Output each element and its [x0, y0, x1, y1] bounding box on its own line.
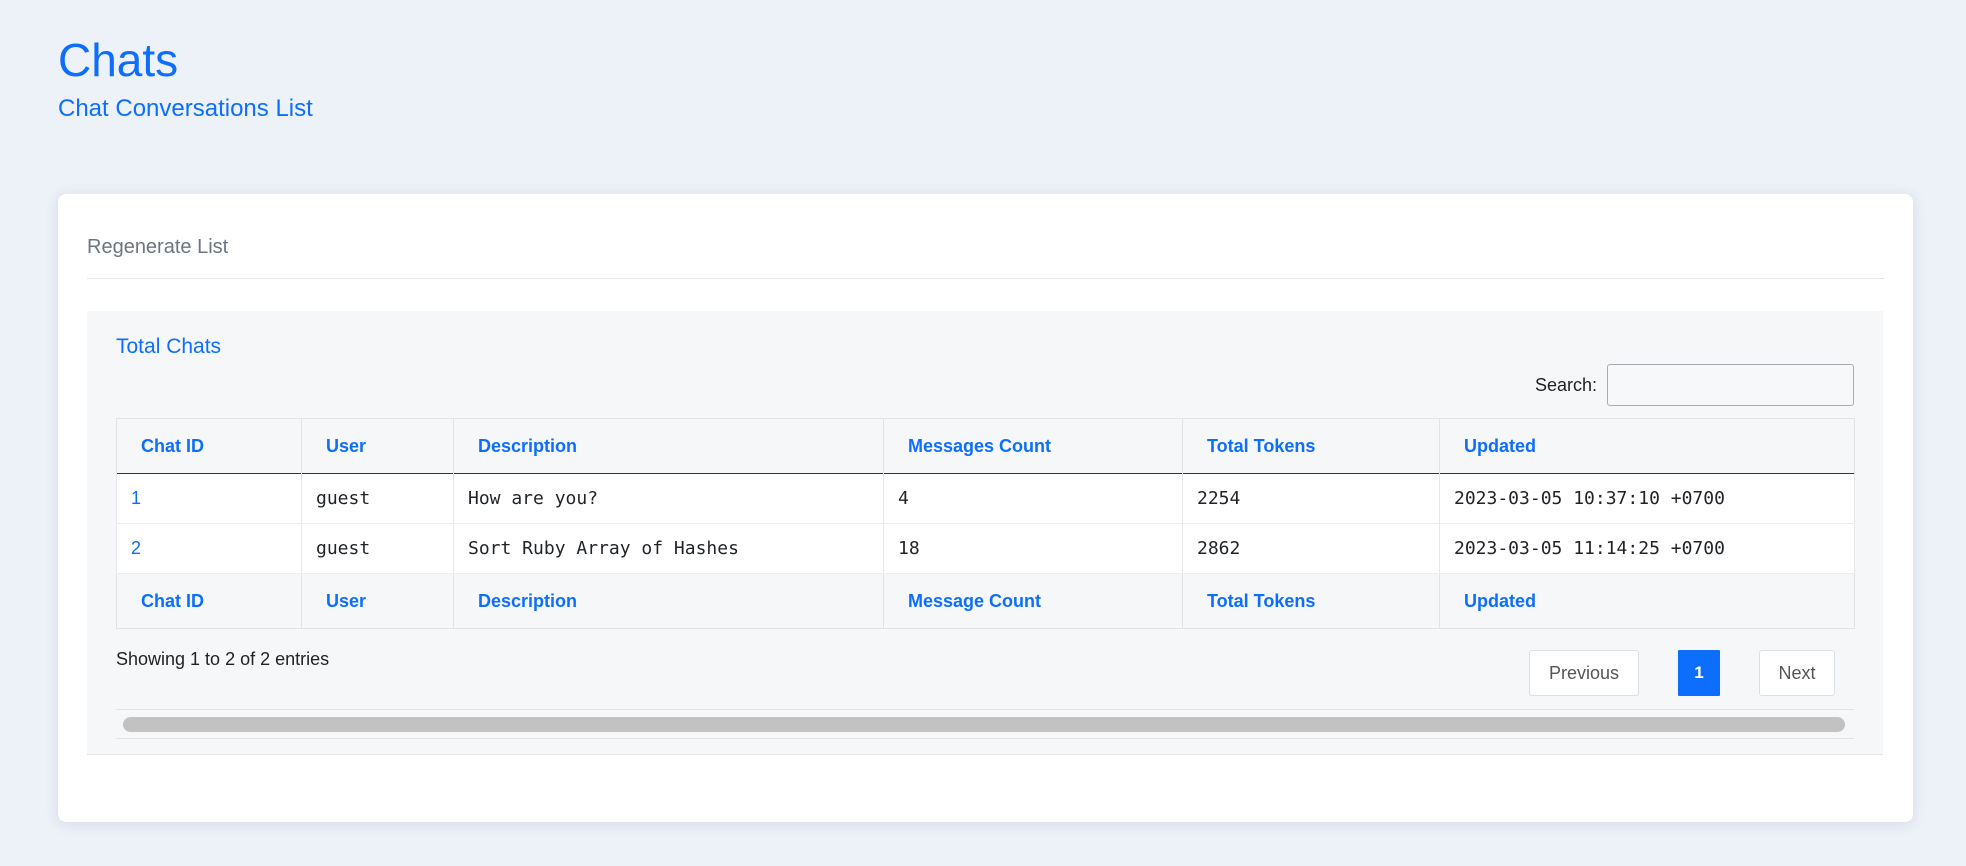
column-header-messages-count[interactable]: Messages Count: [883, 418, 1183, 474]
table-row: 1 guest How are you? 4 2254 2023-03-05 1…: [116, 473, 1855, 524]
page-header: Chats Chat Conversations List: [58, 32, 313, 124]
scrollbar-thumb[interactable]: [123, 717, 1845, 732]
regenerate-list-link[interactable]: Regenerate List: [87, 236, 228, 259]
page-1-button[interactable]: 1: [1678, 650, 1720, 696]
table-header-row: Chat ID User Description Messages Count …: [116, 418, 1855, 474]
chat-id-link[interactable]: 1: [116, 473, 302, 524]
page-title: Chats: [58, 34, 179, 86]
column-header-chat-id[interactable]: Chat ID: [116, 418, 302, 474]
user-cell: guest: [301, 523, 454, 574]
user-cell: guest: [301, 473, 454, 524]
next-button[interactable]: Next: [1759, 650, 1835, 696]
total-chats-panel: Total Chats Search: Chat ID User Descrip…: [87, 311, 1883, 755]
footer-header-description[interactable]: Description: [453, 573, 884, 629]
column-header-user[interactable]: User: [301, 418, 454, 474]
search-wrap: Search:: [1535, 364, 1854, 406]
updated-cell: 2023-03-05 10:37:10 +0700: [1439, 473, 1855, 524]
total-tokens-cell: 2254: [1182, 473, 1440, 524]
column-header-description[interactable]: Description: [453, 418, 884, 474]
entries-info: Showing 1 to 2 of 2 entries: [116, 649, 330, 669]
search-label: Search:: [1534, 374, 1597, 395]
column-header-updated[interactable]: Updated: [1439, 418, 1855, 474]
chats-table: Chat ID User Description Messages Count …: [116, 418, 1855, 629]
page-subtitle: Chat Conversations List: [58, 95, 313, 122]
updated-cell: 2023-03-05 11:14:25 +0700: [1439, 523, 1855, 574]
messages-count-cell: 4: [883, 473, 1183, 524]
description-cell: How are you?: [453, 473, 884, 524]
card-divider: [87, 278, 1884, 279]
footer-header-message-count[interactable]: Message Count: [883, 573, 1183, 629]
chats-card: Regenerate List Total Chats Search: Chat…: [58, 194, 1913, 822]
previous-button[interactable]: Previous: [1529, 650, 1639, 696]
footer-header-chat-id[interactable]: Chat ID: [116, 573, 302, 629]
search-input[interactable]: [1607, 364, 1854, 406]
column-header-total-tokens[interactable]: Total Tokens: [1182, 418, 1440, 474]
pagination: Previous 1 Next: [1529, 650, 1835, 696]
horizontal-scrollbar[interactable]: [116, 709, 1854, 739]
footer-header-updated[interactable]: Updated: [1439, 573, 1855, 629]
total-tokens-cell: 2862: [1182, 523, 1440, 574]
messages-count-cell: 18: [883, 523, 1183, 574]
panel-title: Total Chats: [116, 335, 222, 358]
footer-header-total-tokens[interactable]: Total Tokens: [1182, 573, 1440, 629]
chat-id-link[interactable]: 2: [116, 523, 302, 574]
description-cell: Sort Ruby Array of Hashes: [453, 523, 884, 574]
table-row: 2 guest Sort Ruby Array of Hashes 18 286…: [116, 523, 1855, 574]
table-footer-row: Chat ID User Description Message Count T…: [116, 573, 1855, 629]
footer-header-user[interactable]: User: [301, 573, 454, 629]
